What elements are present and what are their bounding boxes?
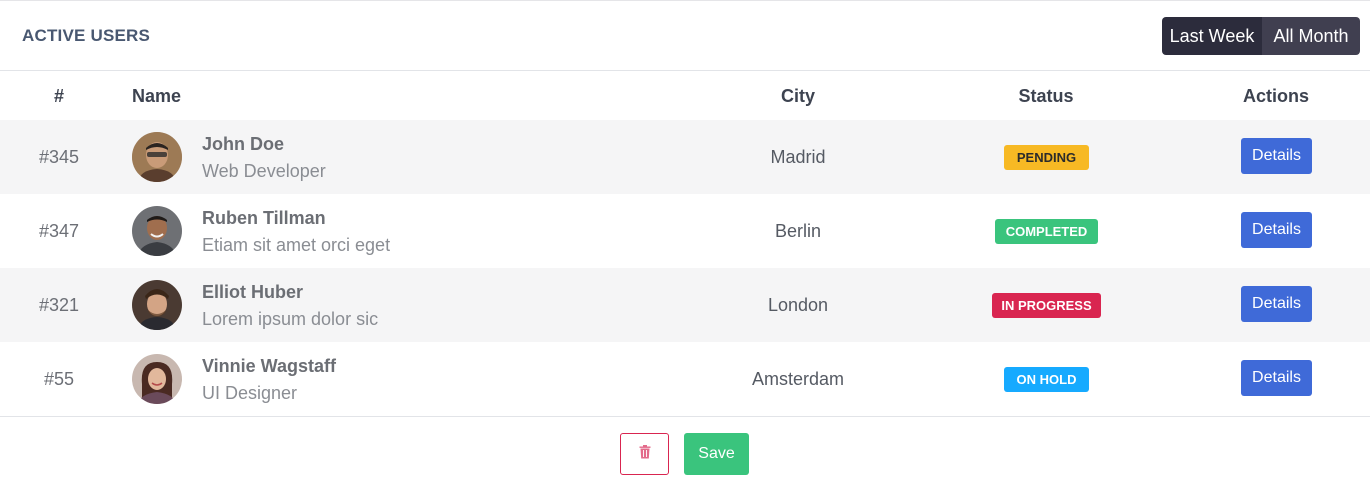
table-row: #55 Vinnie Wagstaff UI Designer Amsterda…: [0, 342, 1370, 416]
table-row: #345 John Doe Web Developer Madrid PENDI…: [0, 120, 1370, 194]
table-row: #347 Ruben Tillman Etiam sit amet orci e…: [0, 194, 1370, 268]
user-city: Madrid: [770, 147, 826, 167]
column-header-actions: Actions: [1242, 86, 1310, 106]
user-city: Amsterdam: [751, 369, 845, 389]
user-subtitle: Etiam sit amet orci eget: [202, 235, 391, 255]
user-id: #345: [38, 147, 80, 167]
user-name: John Doe: [202, 134, 285, 154]
user-name: Ruben Tillman: [202, 208, 326, 228]
user-id: #321: [38, 295, 80, 315]
user-subtitle: UI Designer: [202, 383, 298, 403]
column-header-city: City: [780, 86, 816, 106]
card-title: ACTIVE USERS: [22, 26, 151, 45]
table-header: # Name City Status Actions: [0, 72, 1370, 120]
user-id: #55: [43, 369, 75, 389]
card-header: ACTIVE USERS Last Week All Month: [0, 1, 1370, 71]
status-badge: PENDING: [1004, 145, 1089, 170]
column-header-number: #: [54, 86, 65, 106]
avatar: [132, 354, 182, 404]
user-name: Vinnie Wagstaff: [202, 356, 337, 376]
status-badge: IN PROGRESS: [992, 293, 1101, 318]
details-button[interactable]: Details: [1241, 286, 1312, 322]
all-month-button[interactable]: All Month: [1262, 17, 1360, 55]
details-button[interactable]: Details: [1241, 212, 1312, 248]
period-filter-group: Last Week All Month: [1162, 17, 1360, 55]
avatar: [132, 206, 182, 256]
last-week-button[interactable]: Last Week: [1162, 17, 1262, 55]
details-button[interactable]: Details: [1241, 138, 1312, 174]
details-button[interactable]: Details: [1241, 360, 1312, 396]
user-name: Elliot Huber: [202, 282, 304, 302]
user-id: #347: [38, 221, 80, 241]
status-badge: COMPLETED: [995, 219, 1098, 244]
column-header-status: Status: [1018, 86, 1074, 106]
avatar: [132, 280, 182, 330]
delete-button[interactable]: [620, 433, 669, 475]
user-city: London: [767, 295, 829, 315]
avatar: [132, 132, 182, 182]
card-footer: Save: [0, 416, 1370, 487]
user-subtitle: Lorem ipsum dolor sic: [202, 309, 379, 329]
save-button[interactable]: Save: [684, 433, 749, 475]
status-badge: ON HOLD: [1004, 367, 1089, 392]
user-subtitle: Web Developer: [202, 161, 326, 181]
user-city: Berlin: [774, 221, 822, 241]
column-header-name: Name: [132, 86, 182, 106]
trash-icon: [639, 444, 651, 464]
active-users-card: ACTIVE USERS Last Week All Month # Name …: [0, 0, 1370, 486]
table-row: #321 Elliot Huber Lorem ipsum dolor sic …: [0, 268, 1370, 342]
